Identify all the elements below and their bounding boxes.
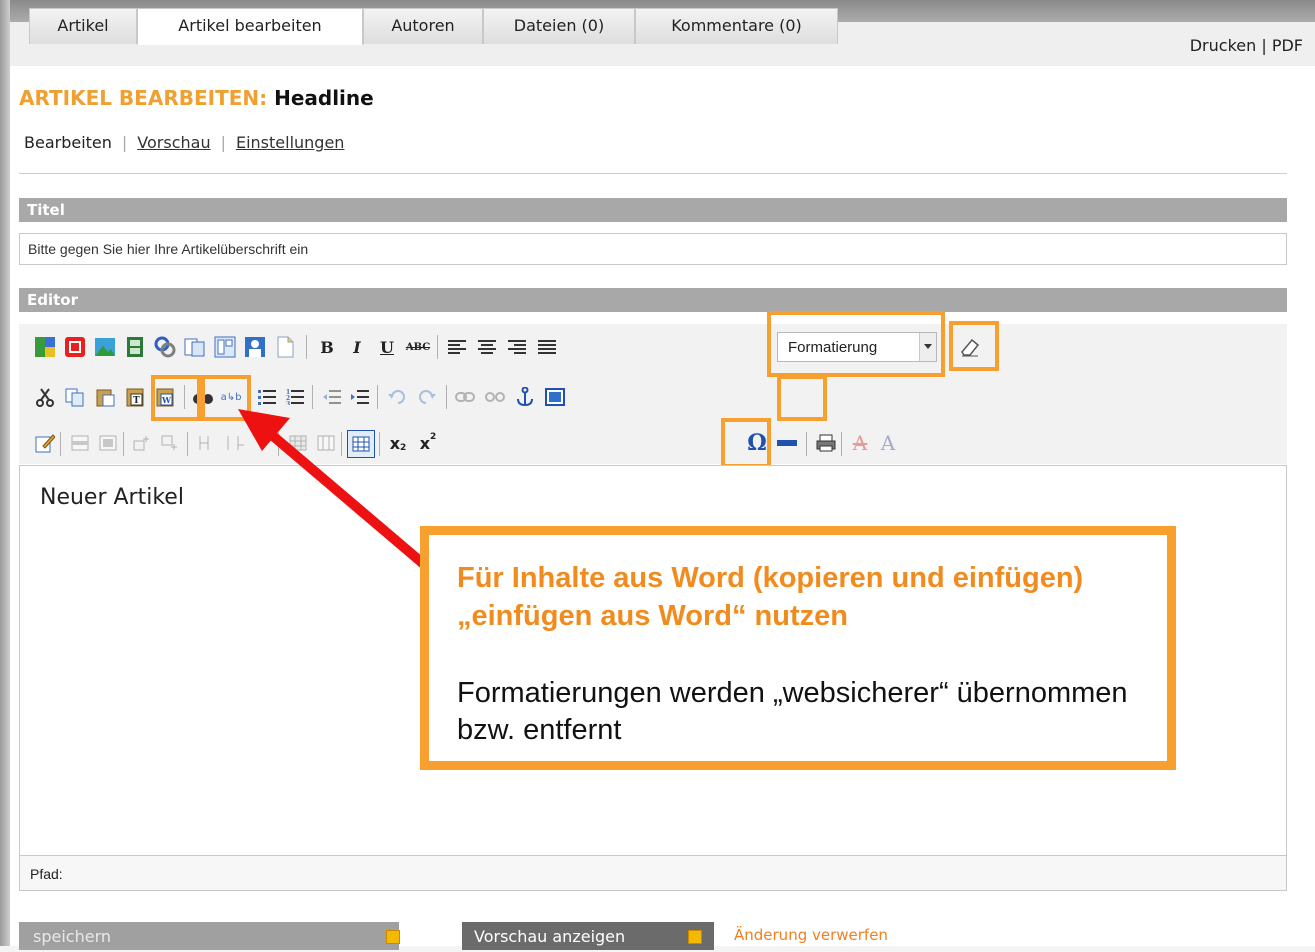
save-button-label: speichern — [33, 927, 111, 946]
callout-title: Für Inhalte aus Word (kopieren und einfü… — [457, 562, 1084, 632]
annotation-callout: Für Inhalte aus Word (kopieren und einfü… — [420, 526, 1176, 770]
play-arrow-icon — [688, 930, 702, 944]
play-arrow-icon — [386, 930, 400, 944]
preview-button-label: Vorschau anzeigen — [474, 927, 626, 946]
annotation-arrow — [238, 409, 444, 582]
callout-body: Formatierungen werden „websicherer“ über… — [457, 677, 1128, 746]
discard-link[interactable]: Änderung verwerfen — [734, 926, 888, 944]
